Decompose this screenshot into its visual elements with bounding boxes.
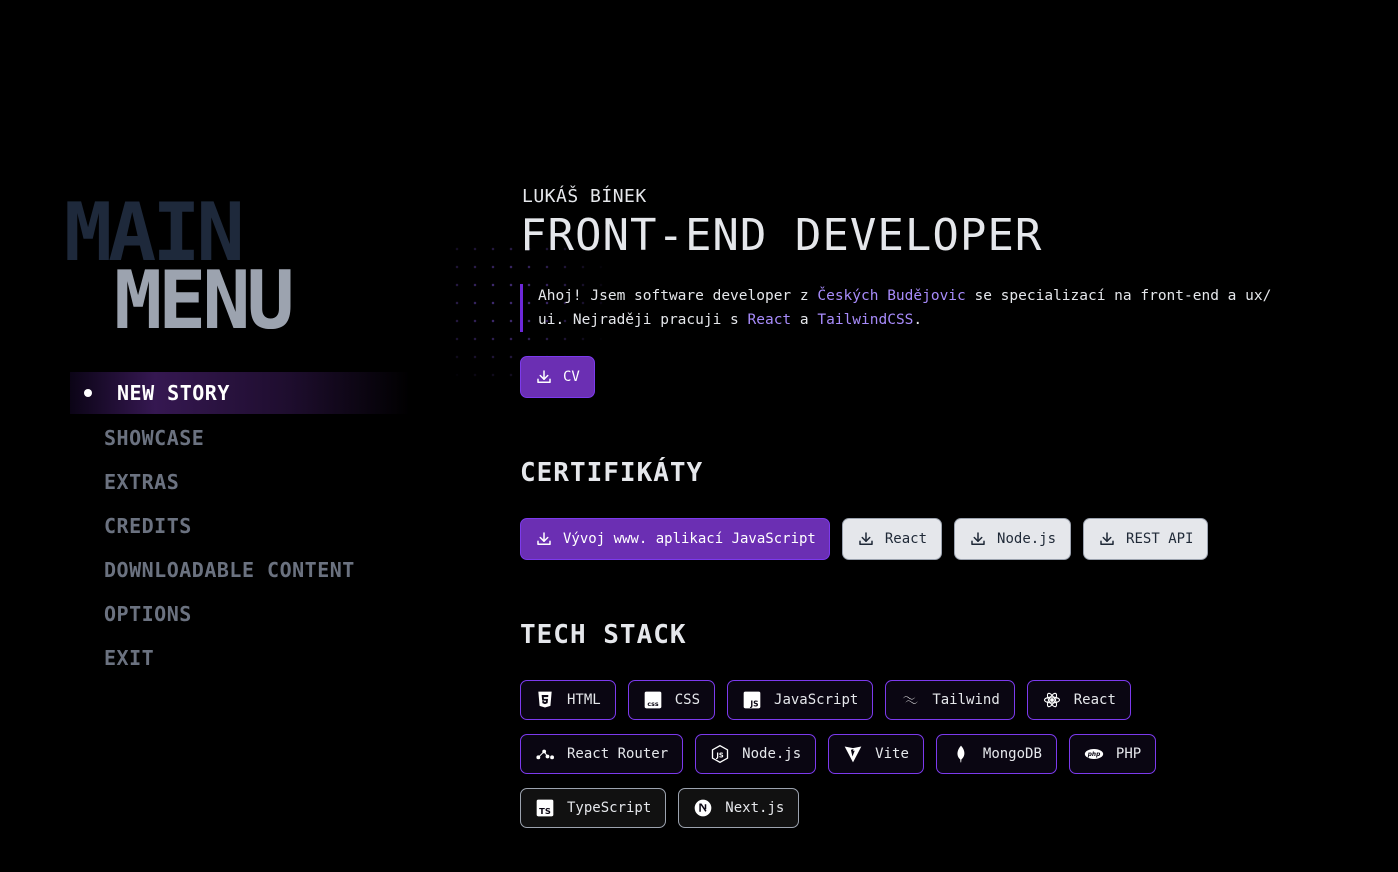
tech-label: HTML	[567, 692, 601, 708]
tech-label: MongoDB	[982, 746, 1042, 762]
intro-tailwind-highlight: TailwindCSS	[817, 312, 914, 328]
certificate-javascript-button[interactable]: Vývoj www. aplikací JavaScript	[520, 518, 830, 560]
page: MAIN MENU NEW STORY SHOWCASE EXTRAS CRED…	[0, 0, 1398, 872]
menu-item-credits[interactable]: CREDITS	[70, 504, 410, 548]
certificates-title: CERTIFIKÁTY	[520, 458, 704, 488]
tech-chip-tailwind: Tailwind	[885, 680, 1015, 720]
menu-item-label: EXTRAS	[104, 470, 180, 494]
tech-stack-title: TECH STACK	[520, 620, 687, 650]
svg-text:TS: TS	[539, 806, 551, 816]
active-bullet-icon	[84, 389, 92, 397]
nextjs-icon	[693, 798, 713, 818]
javascript-icon: JS	[742, 690, 762, 710]
tech-label: TypeScript	[567, 800, 652, 816]
svg-text:css: css	[647, 701, 658, 708]
menu-item-label: CREDITS	[104, 514, 192, 538]
css3-icon: css	[643, 690, 663, 710]
certificate-label: REST API	[1126, 531, 1194, 547]
mongodb-icon	[951, 744, 971, 764]
tech-chip-css: css CSS	[627, 680, 716, 720]
intro-text-part: Ahoj! Jsem software developer z	[538, 288, 818, 304]
download-icon	[537, 370, 551, 383]
tech-stack-row: TS TypeScript Next.js	[520, 788, 1156, 828]
main-menu: NEW STORY SHOWCASE EXTRAS CREDITS DOWNLO…	[70, 372, 410, 680]
download-icon	[859, 532, 873, 545]
cv-download-button[interactable]: CV	[520, 356, 595, 398]
tech-chip-javascript: JS JavaScript	[727, 680, 874, 720]
php-icon: php	[1084, 744, 1104, 764]
menu-item-downloadable-content[interactable]: DOWNLOADABLE CONTENT	[70, 548, 410, 592]
tech-label: Vite	[875, 746, 909, 762]
certificate-label: Node.js	[997, 531, 1057, 547]
tech-label: Tailwind	[932, 692, 1000, 708]
nodejs-icon: JS	[710, 744, 730, 764]
menu-item-showcase[interactable]: SHOWCASE	[70, 416, 410, 460]
certificates-list: Vývoj www. aplikací JavaScript React Nod…	[520, 518, 1209, 560]
tech-label: React	[1073, 692, 1116, 708]
certificate-react-button[interactable]: React	[841, 518, 943, 560]
intro-city-highlight: Českých Budějovic	[817, 288, 966, 304]
tech-chip-nextjs: Next.js	[678, 788, 800, 828]
tech-stack-row: React Router JS Node.js Vite MongoDB php…	[520, 734, 1157, 774]
intro-react-highlight: React	[747, 312, 792, 328]
certificate-label: Vývoj www. aplikací JavaScript	[563, 531, 816, 547]
menu-title-menu: MENU	[114, 254, 295, 347]
tech-label: PHP	[1115, 746, 1142, 762]
menu-item-new-story[interactable]: NEW STORY	[70, 372, 410, 414]
tech-chip-mongodb: MongoDB	[935, 734, 1057, 774]
menu-item-extras[interactable]: EXTRAS	[70, 460, 410, 504]
cv-button-label: CV	[563, 369, 580, 385]
react-icon	[1042, 690, 1062, 710]
download-icon	[1100, 532, 1114, 545]
tech-stack-list: HTML css CSS JS JavaScript Tailwind Reac…	[520, 680, 1157, 842]
menu-item-options[interactable]: OPTIONS	[70, 592, 410, 636]
certificate-rest-api-button[interactable]: REST API	[1083, 518, 1209, 560]
menu-item-label: OPTIONS	[104, 602, 192, 626]
tech-label: CSS	[674, 692, 701, 708]
tech-label: Next.js	[725, 800, 785, 816]
tech-chip-html: HTML	[520, 680, 616, 720]
tech-chip-nodejs: JS Node.js	[695, 734, 817, 774]
tech-chip-react-router: React Router	[520, 734, 684, 774]
react-router-icon	[535, 744, 555, 764]
svg-text:JS: JS	[716, 751, 724, 759]
hero-name: LUKÁŠ BÍNEK	[522, 186, 647, 207]
intro-text-part: .	[913, 312, 923, 328]
typescript-icon: TS	[535, 798, 555, 818]
intro-text-part: a	[791, 312, 818, 328]
tailwind-icon	[900, 690, 920, 710]
svg-text:JS: JS	[749, 700, 758, 709]
intro-text: Ahoj! Jsem software developer z Českých …	[520, 284, 1300, 332]
certificate-nodejs-button[interactable]: Node.js	[954, 518, 1072, 560]
tech-chip-react: React	[1026, 680, 1131, 720]
download-icon	[971, 532, 985, 545]
download-icon	[537, 532, 551, 545]
hero-title: FRONT-END DEVELOPER	[520, 210, 1043, 261]
vite-icon	[843, 744, 863, 764]
menu-item-label: SHOWCASE	[104, 426, 205, 450]
menu-item-exit[interactable]: EXIT	[70, 636, 410, 680]
tech-chip-php: php PHP	[1068, 734, 1157, 774]
menu-item-label: NEW STORY	[117, 381, 230, 405]
certificate-label: React	[884, 531, 928, 547]
tech-stack-row: HTML css CSS JS JavaScript Tailwind Reac…	[520, 680, 1156, 720]
tech-chip-typescript: TS TypeScript	[520, 788, 667, 828]
menu-item-label: DOWNLOADABLE CONTENT	[104, 558, 355, 582]
tech-chip-vite: Vite	[828, 734, 924, 774]
tech-label: JavaScript	[774, 692, 859, 708]
menu-title: MAIN MENU	[64, 190, 364, 344]
tech-label: React Router	[567, 746, 669, 762]
tech-label: Node.js	[742, 746, 802, 762]
menu-item-label: EXIT	[104, 646, 155, 670]
html5-icon	[535, 690, 555, 710]
svg-text:php: php	[1087, 752, 1101, 758]
